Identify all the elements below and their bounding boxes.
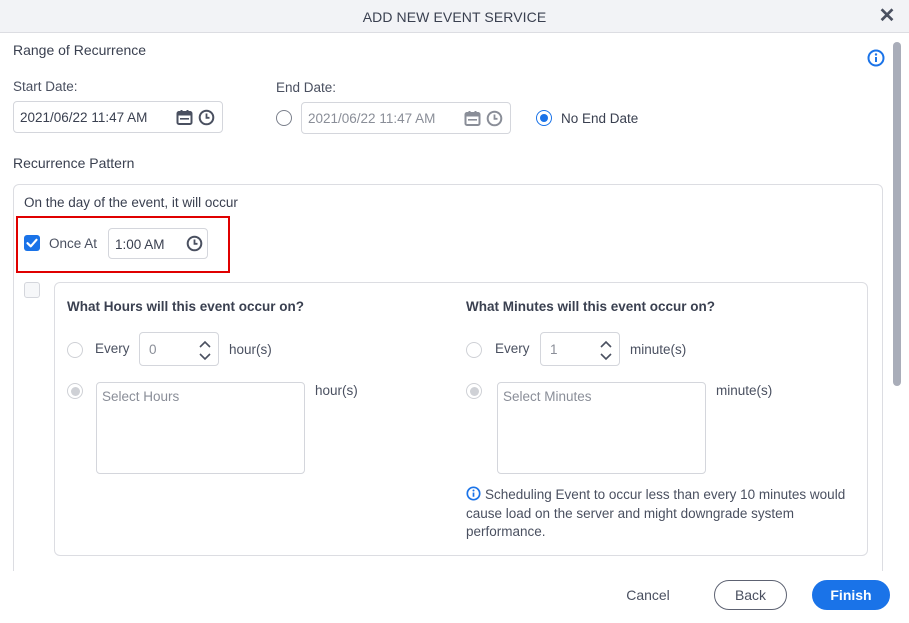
dialog-header: ADD NEW EVENT SERVICE ✕ [0, 0, 909, 33]
finish-button[interactable]: Finish [812, 580, 890, 610]
scheduling-note: Scheduling Event to occur less than ever… [466, 486, 846, 542]
clock-icon[interactable] [198, 109, 215, 126]
select-minutes-placeholder: Select Minutes [503, 389, 592, 404]
minutes-every-stepper[interactable]: 1 [540, 332, 620, 366]
no-end-date-radio[interactable] [536, 110, 552, 126]
clock-icon[interactable] [486, 110, 503, 127]
hours-every-label: Every [95, 341, 130, 356]
start-date-label: Start Date: [13, 79, 78, 94]
end-date-label: End Date: [276, 80, 337, 95]
end-date-radio[interactable] [276, 110, 292, 126]
minutes-select-radio[interactable] [466, 383, 482, 399]
dialog-title: ADD NEW EVENT SERVICE [362, 9, 547, 25]
end-date-input[interactable]: 2021/06/22 11:47 AM [301, 102, 511, 134]
recurrence-pattern-title: Recurrence Pattern [13, 155, 135, 171]
clock-icon[interactable] [186, 235, 203, 252]
panel-edge [13, 560, 14, 571]
select-hours-input[interactable]: Select Hours [96, 382, 305, 474]
minutes-select-unit: minute(s) [716, 383, 773, 398]
start-date-input[interactable]: 2021/06/22 11:47 AM [13, 101, 223, 133]
once-at-time-input[interactable]: 1:00 AM [108, 228, 208, 259]
scrollbar[interactable] [893, 42, 901, 386]
stepper-arrows-icon[interactable] [599, 337, 613, 363]
once-at-label: Once At [49, 236, 98, 251]
calendar-icon[interactable] [176, 109, 193, 126]
calendar-icon[interactable] [464, 110, 481, 127]
scheduling-note-text: Scheduling Event to occur less than ever… [466, 487, 846, 539]
cancel-button[interactable]: Cancel [612, 580, 684, 610]
hours-select-radio[interactable] [67, 383, 83, 399]
recurrence-subtitle: On the day of the event, it will occur [24, 195, 238, 210]
back-button[interactable]: Back [714, 580, 787, 610]
minutes-every-radio[interactable] [466, 342, 482, 358]
once-at-checkbox[interactable] [24, 235, 40, 251]
minutes-title: What Minutes will this event occur on? [466, 299, 716, 314]
hours-select-unit: hour(s) [315, 383, 358, 398]
info-icon [466, 486, 481, 501]
minutes-unit: minute(s) [630, 342, 687, 357]
hours-every-radio[interactable] [67, 342, 83, 358]
close-icon[interactable]: ✕ [877, 6, 897, 26]
multi-times-checkbox[interactable] [24, 282, 40, 298]
hours-title: What Hours will this event occur on? [67, 299, 305, 314]
range-title: Range of Recurrence [13, 42, 147, 58]
hours-unit: hour(s) [229, 342, 272, 357]
hours-every-stepper[interactable]: 0 [139, 332, 219, 366]
select-hours-placeholder: Select Hours [102, 389, 180, 404]
once-at-time-value: 1:00 AM [115, 237, 165, 252]
select-minutes-input[interactable]: Select Minutes [497, 382, 706, 474]
end-date-value: 2021/06/22 11:47 AM [308, 111, 436, 126]
minutes-every-label: Every [495, 341, 530, 356]
check-icon [26, 238, 38, 248]
minutes-every-value: 1 [550, 342, 558, 357]
no-end-date-label: No End Date [561, 111, 639, 126]
hours-every-value: 0 [149, 342, 157, 357]
info-icon[interactable] [867, 49, 885, 67]
start-date-value: 2021/06/22 11:47 AM [20, 110, 148, 125]
stepper-arrows-icon[interactable] [198, 337, 212, 363]
